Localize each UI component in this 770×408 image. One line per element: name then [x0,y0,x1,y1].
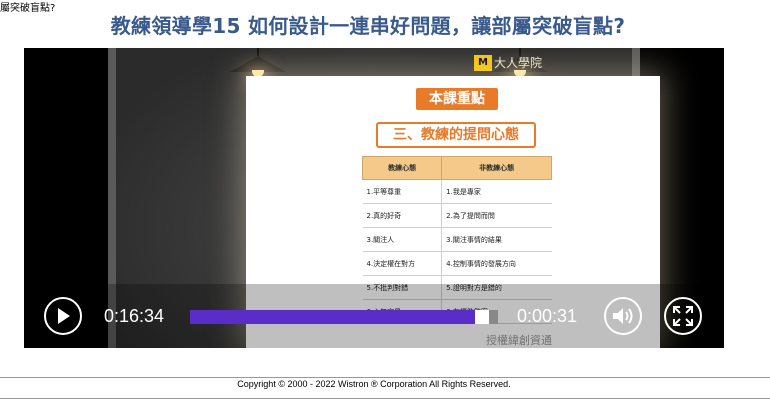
brand-logo: M 大人學院 [473,54,542,71]
footer-copyright: Copyright © 2000 - 2022 Wistron ® Corpor… [237,379,511,389]
table-cell: 2.真的好奇 [362,203,443,228]
fullscreen-icon [673,306,693,326]
volume-icon [613,308,633,324]
play-icon [58,308,70,324]
logo-mark-icon: M [473,54,492,71]
table-cell: 1.我是專家 [441,179,552,204]
table-cell: 1.平等尊重 [362,179,443,204]
table-row: 2.真的好奇 2.為了提問而問 [362,203,552,228]
volume-button[interactable] [604,297,642,335]
slide-subtitle: 三、教練的提問心態 [376,122,536,148]
table-row: 3.關注人 3.關注事情的結果 [362,227,552,252]
lamp-icon [230,48,286,77]
table-cell: 3.關注人 [362,227,443,252]
remaining-time: 0:00:31 [517,306,578,326]
table-row: 1.平等尊重 1.我是專家 [362,179,552,204]
progress-thumb[interactable] [475,310,489,324]
elapsed-time: 0:16:34 [104,306,165,326]
player-controls: 0:16:34 0:00:31 [24,284,724,348]
table-header: 教練心態 [361,156,443,180]
progress-fill [190,310,475,324]
play-button[interactable] [44,297,82,335]
table-row: 4.決定權在對方 4.控制事情的發展方向 [362,251,552,276]
fullscreen-button[interactable] [664,297,702,335]
table-cell: 2.為了提問而問 [441,203,552,228]
footer-divider [0,398,770,399]
table-cell: 4.決定權在對方 [362,251,443,276]
footer-divider [0,377,770,378]
table-header: 非教練心態 [441,156,552,180]
progress-bar[interactable] [190,310,498,324]
page-title: 教練領導學15 如何設計一連串好問題，讓部屬突破盲點? [110,14,626,38]
table-cell: 3.關注事情的結果 [441,227,552,252]
video-player[interactable]: M 大人學院 本課重點 三、教練的提問心態 教練心態 非教練心態 1.平等尊重 1… [24,48,724,348]
slide-badge: 本課重點 [416,88,498,110]
logo-text: 大人學院 [493,56,542,70]
table-cell: 4.控制事情的發展方向 [441,251,552,276]
